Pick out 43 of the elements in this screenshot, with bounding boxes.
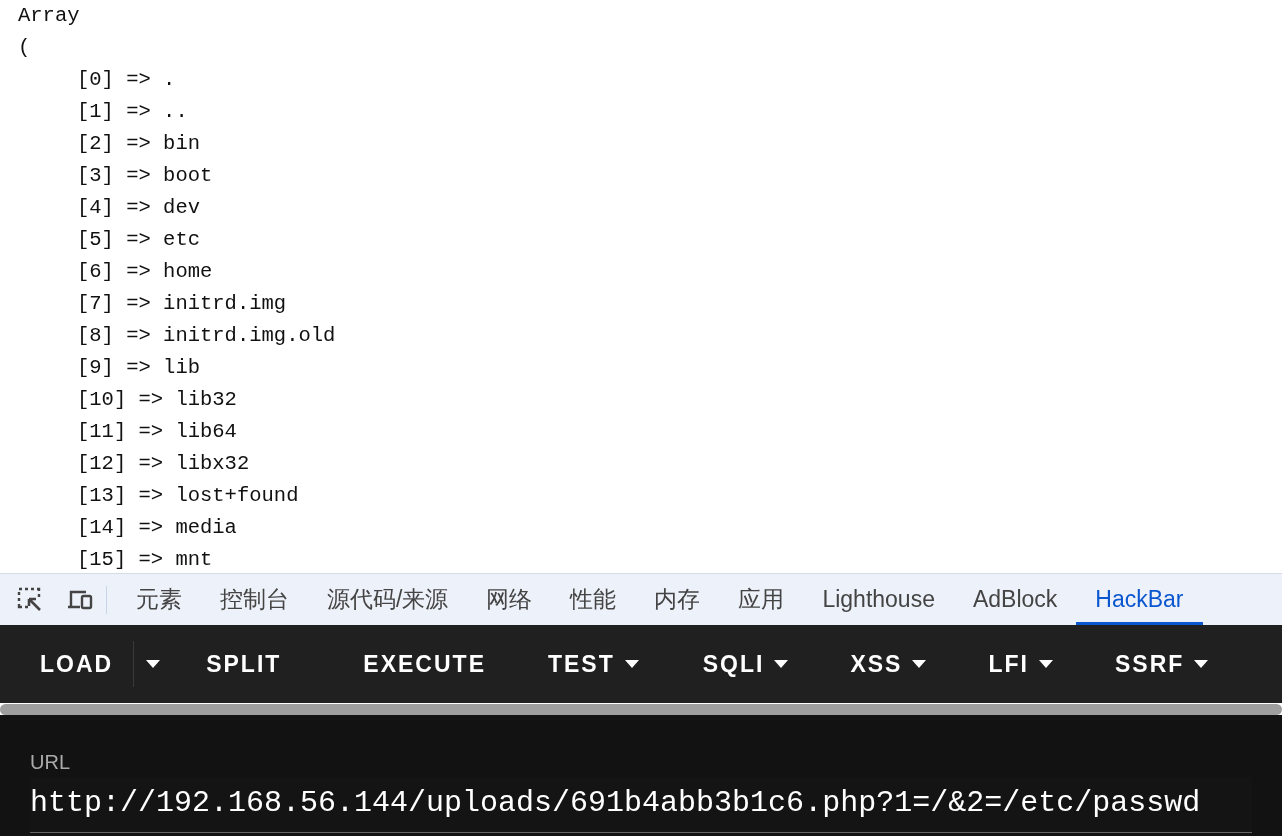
toolbar-button[interactable]: LFI [968,636,1073,692]
caret-icon [1194,660,1209,668]
output-line: Array [18,3,80,29]
url-label: URL [30,750,70,775]
caret-icon [774,660,789,668]
array-entry: [10] => lib32 [77,387,237,413]
toolbar-button[interactable]: XSS [830,636,947,692]
caret-icon [624,660,639,668]
array-entry: [6] => home [77,259,213,285]
scrollbar[interactable] [0,704,1282,715]
devtools-tab[interactable]: 元素 [117,574,201,625]
devtools-tab[interactable]: Lighthouse [803,574,954,625]
caret-icon [146,660,161,668]
devtools-tab[interactable]: 应用 [719,574,804,625]
devtools-tab[interactable]: 性能 [551,574,636,625]
array-entry: [12] => libx32 [77,451,250,477]
array-entry: [0] => . [77,67,176,93]
array-entry: [5] => etc [77,227,201,253]
array-entry: [1] => .. [77,99,188,125]
caret-icon [912,660,927,668]
array-entry: [11] => lib64 [77,419,237,445]
array-entry: [8] => initrd.img.old [77,323,336,349]
array-entry: [4] => dev [77,195,201,221]
array-entry: [13] => lost+found [77,483,299,509]
array-entry: [2] => bin [77,131,201,157]
toolbar-button[interactable]: SQLI [682,636,809,692]
array-entry: [14] => media [77,515,237,541]
array-entry: [7] => initrd.img [77,291,287,317]
devtools-tab[interactable]: AdBlock [953,574,1077,625]
devtools-tab[interactable]: 内存 [635,574,720,625]
devtools-tab[interactable]: 源代码/来源 [308,574,468,625]
toolbar-button[interactable]: EXECUTE [343,636,506,692]
devtools-tab[interactable]: 控制台 [201,574,308,625]
array-entry: [15] => mnt [77,547,213,573]
devtools-tab[interactable]: 网络 [467,574,552,625]
toolbar-button[interactable]: LOAD [20,636,134,692]
output-line: ( [18,35,31,61]
toolbar-button[interactable]: TEST [528,636,659,692]
array-entry: [9] => lib [77,355,201,381]
toolbar-button[interactable]: SPLIT [186,636,302,692]
toolbar-button[interactable]: SSRF [1094,636,1229,692]
array-entry: [3] => boot [77,163,213,189]
caret-icon [1038,660,1053,668]
